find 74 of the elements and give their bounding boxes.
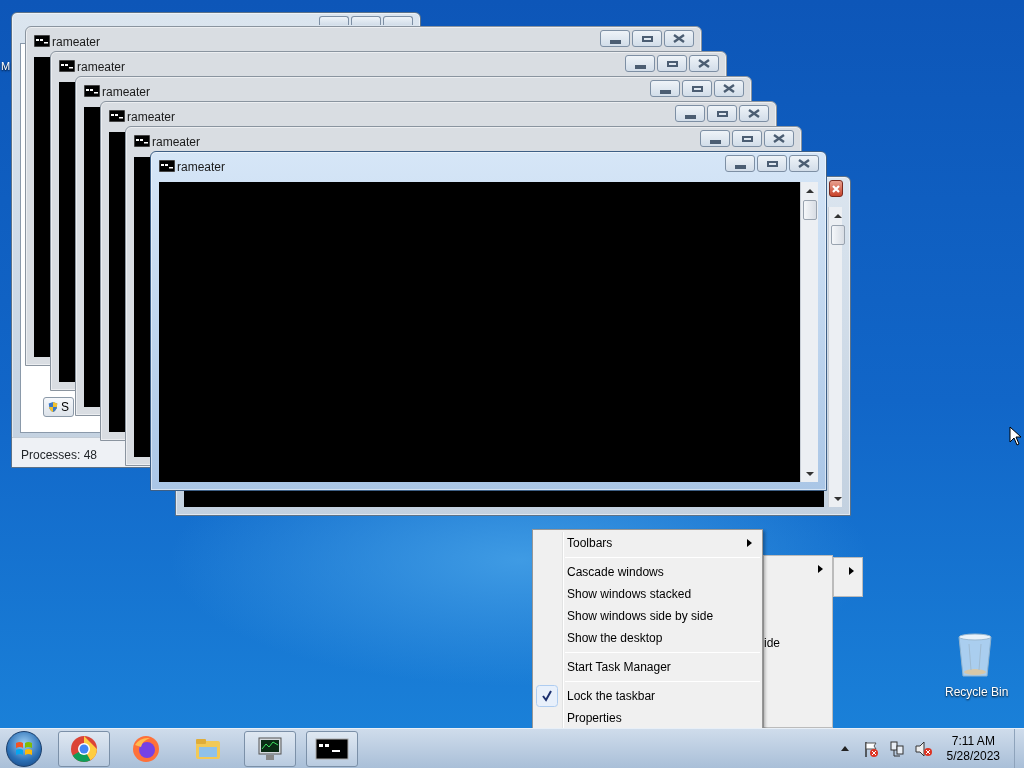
close-icon [673, 34, 685, 43]
close-icon [832, 185, 840, 193]
close-button[interactable] [789, 155, 819, 172]
recycle-bin-icon[interactable] [955, 632, 995, 678]
close-button[interactable] [764, 130, 794, 147]
close-button[interactable] [664, 30, 694, 47]
menu-item[interactable]: Start Task Manager [533, 656, 762, 678]
console-icon [84, 85, 100, 97]
close-button[interactable] [739, 105, 769, 122]
submenu-arrow-icon [849, 567, 854, 575]
maximize-button[interactable] [732, 130, 762, 147]
taskbar-app-button[interactable] [244, 730, 296, 767]
chrome-icon [70, 734, 98, 763]
menu-item[interactable]: Show windows stacked [533, 583, 762, 605]
minimize-button[interactable] [600, 30, 630, 47]
desktop-icon-label[interactable]: M [1, 58, 11, 75]
close-icon [748, 109, 760, 118]
minimize-button[interactable] [700, 130, 730, 147]
menu-item[interactable]: Lock the taskbar [533, 685, 762, 707]
firefox-icon [132, 734, 160, 763]
close-icon [698, 59, 710, 68]
shield-icon [48, 399, 58, 415]
minimize-button[interactable] [319, 16, 349, 25]
console-icon [34, 35, 50, 47]
window-title: rameater [77, 59, 126, 76]
network-icon[interactable] [888, 740, 905, 757]
menu-item[interactable]: Show the desktop [533, 627, 762, 649]
show-hidden-icons-button[interactable] [840, 746, 849, 751]
show-processes-button[interactable]: S [43, 397, 74, 417]
scroll-thumb[interactable] [803, 200, 817, 220]
scrollbar[interactable] [828, 207, 842, 507]
minimize-button[interactable] [675, 105, 705, 122]
maximize-button[interactable] [351, 16, 381, 25]
minimize-button[interactable] [725, 155, 755, 172]
start-button[interactable] [6, 730, 42, 767]
close-button[interactable] [689, 55, 719, 72]
window-title: rameater [52, 34, 101, 51]
minimize-button[interactable] [625, 55, 655, 72]
console-icon [109, 110, 125, 122]
close-icon [773, 134, 785, 143]
window-title: rameater [152, 134, 201, 151]
console-icon [134, 135, 150, 147]
menu-item[interactable]: Properties [533, 707, 762, 728]
desktop-icon-label[interactable]: Recycle Bin [945, 683, 1009, 701]
window-title: rameater [177, 159, 226, 176]
maximize-button[interactable] [682, 80, 712, 97]
minimize-button[interactable] [650, 80, 680, 97]
status-text: Processes: 48 [21, 448, 98, 462]
menu-item[interactable]: Toolbars [533, 532, 762, 554]
submenu-arrow-icon [818, 565, 823, 573]
menu-item[interactable]: Cascade windows [533, 561, 762, 583]
close-button[interactable] [714, 80, 744, 97]
console-icon [59, 60, 75, 72]
windows-logo-icon [15, 739, 33, 758]
close-icon [723, 84, 735, 93]
maximize-button[interactable] [707, 105, 737, 122]
maximize-button[interactable] [657, 55, 687, 72]
speaker-muted-icon[interactable] [914, 740, 933, 757]
maximize-button[interactable] [632, 30, 662, 47]
clock[interactable]: 7:11 AM 5/28/2023 [946, 733, 1000, 764]
scroll-thumb[interactable] [831, 225, 845, 245]
window-title: rameater [127, 109, 176, 126]
cursor-icon [1009, 426, 1023, 446]
close-icon [798, 159, 810, 168]
window-title: rameater [102, 84, 151, 101]
flag-icon[interactable] [862, 740, 879, 757]
taskbar-app-button[interactable] [306, 730, 358, 767]
monitor-icon [256, 734, 284, 763]
scrollbar[interactable] [800, 182, 818, 482]
menu-item[interactable]: ide [764, 634, 780, 652]
console-icon [159, 160, 175, 172]
close-button[interactable] [829, 180, 843, 197]
maximize-button[interactable] [757, 155, 787, 172]
menu-item[interactable]: Show windows side by side [533, 605, 762, 627]
